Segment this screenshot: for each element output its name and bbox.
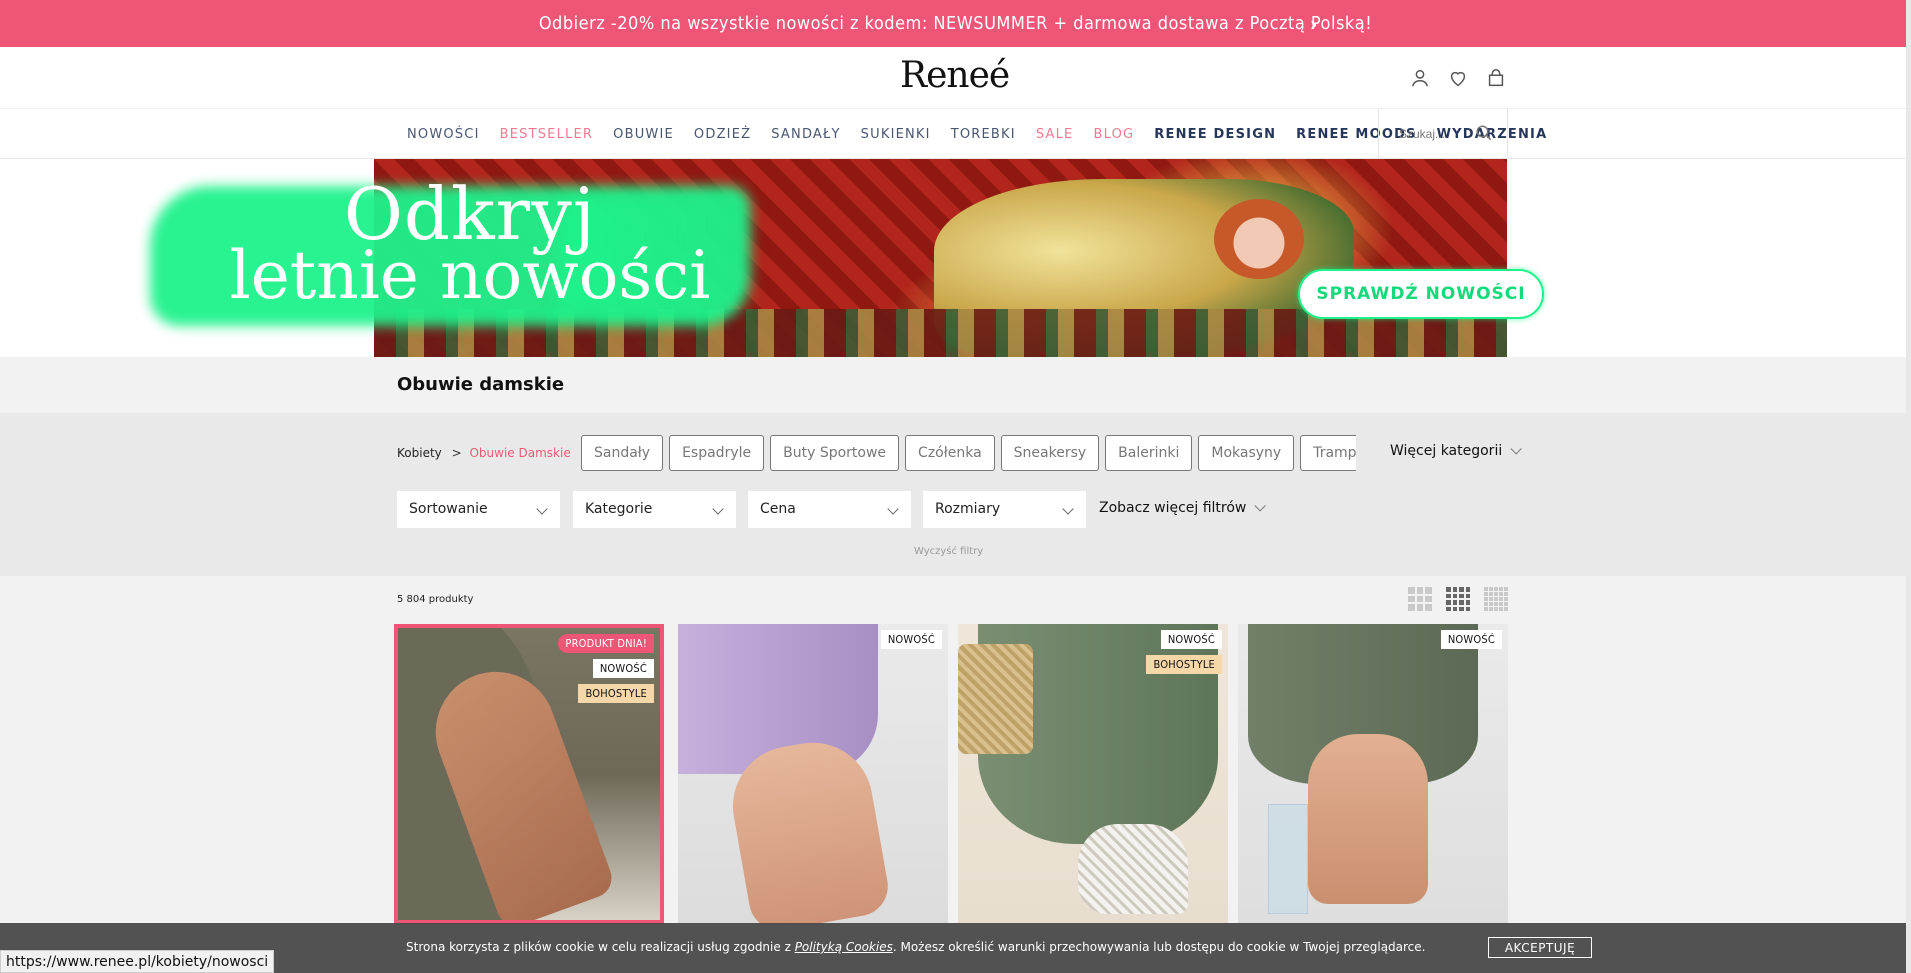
search-placeholder: Szukaj... <box>1399 127 1446 141</box>
nav-item-sandały[interactable]: SANDAŁY <box>771 127 840 142</box>
category-chip[interactable]: Buty Sportowe <box>770 435 900 471</box>
banner-model-head <box>1214 199 1304 279</box>
product-image-detail <box>958 644 1033 754</box>
category-chip[interactable]: Sneakersy <box>1000 435 1100 471</box>
nav-item-bestseller[interactable]: BESTSELLER <box>500 127 594 142</box>
search-icon[interactable] <box>1475 124 1493 142</box>
page-scrollbar[interactable] <box>1906 0 1911 973</box>
product-badges: NOWOŚĆ BOHOSTYLE <box>1146 630 1222 674</box>
more-categories-label: Więcej kategorii <box>1390 443 1503 459</box>
nav-item-torebki[interactable]: TOREBKI <box>951 127 1016 142</box>
grid-4-columns-icon[interactable] <box>1446 587 1470 611</box>
breadcrumb: Kobiety > Obuwie Damskie <box>397 446 571 460</box>
price-select[interactable]: Cena <box>748 491 911 528</box>
banner-cta-button[interactable]: SPRAWDŹ NOWOŚCI <box>1298 269 1544 319</box>
nav-item-sukienki[interactable]: SUKIENKI <box>861 127 931 142</box>
products-area: 5 804 produkty <box>0 576 1906 973</box>
user-icon[interactable] <box>1409 67 1431 89</box>
logo[interactable]: Reneé <box>900 55 1010 96</box>
product-badges: NOWOŚĆ <box>1440 630 1502 649</box>
chevron-down-icon <box>1510 443 1522 455</box>
badge-bohostyle: BOHOSTYLE <box>578 684 654 703</box>
header: Reneé <box>0 47 1906 109</box>
product-count: 5 804 produkty <box>397 594 474 605</box>
breadcrumb-current: Obuwie Damskie <box>469 446 571 460</box>
category-chip[interactable]: Balerinki <box>1105 435 1193 471</box>
category-chips: Sandały Espadryle Buty Sportowe Czółenka Sne… <box>581 435 1356 473</box>
product-card[interactable]: NOWOŚĆ <box>1238 624 1508 924</box>
product-image-shoe <box>1078 824 1188 914</box>
breadcrumb-parent[interactable]: Kobiety <box>397 446 442 460</box>
clear-filters-link[interactable]: Wyczyść filtry <box>914 546 983 557</box>
page-title: Obuwie damskie <box>397 374 565 395</box>
nav-item-sale[interactable]: SALE <box>1036 127 1074 142</box>
heart-icon[interactable] <box>1447 67 1469 89</box>
category-chip[interactable]: Trampki <box>1300 435 1356 471</box>
product-card[interactable]: NOWOŚĆ <box>678 624 948 924</box>
category-chip[interactable]: Espadryle <box>669 435 765 471</box>
more-categories-button[interactable]: Więcej kategorii <box>1390 443 1522 459</box>
status-bar-url: https://www.renee.pl/kobiety/nowosci <box>0 950 275 973</box>
main-nav: NOWOŚCI BESTSELLER OBUWIE ODZIEŻ SANDAŁY SUKI… <box>0 109 1906 159</box>
grid-view-switcher <box>1408 587 1508 611</box>
product-image-detail <box>1308 734 1428 904</box>
cookie-policy-link[interactable]: Polityką Cookies <box>795 940 893 954</box>
more-filters-button[interactable]: Zobacz więcej filtrów <box>1099 500 1267 516</box>
nav-item-nowości[interactable]: NOWOŚCI <box>407 127 480 142</box>
badge-new: NOWOŚĆ <box>1160 630 1222 649</box>
cookie-text-after: . Możesz określić warunki przechowywania… <box>892 940 1426 954</box>
product-card[interactable]: PRODUKT DNIA! NOWOŚĆ BOHOSTYLE <box>394 624 664 924</box>
category-chip[interactable]: Sandały <box>581 435 664 471</box>
cookie-bar: Strona korzysta z plików cookie w celu r… <box>0 923 1906 973</box>
cookie-text-before: Strona korzysta z plików cookie w celu r… <box>406 940 795 954</box>
nav-item-odzież[interactable]: ODZIEŻ <box>694 127 751 142</box>
grid-3-columns-icon[interactable] <box>1408 587 1432 611</box>
product-card[interactable]: NOWOŚĆ BOHOSTYLE <box>958 624 1228 924</box>
badge-new: NOWOŚĆ <box>880 630 942 649</box>
banner-headline-line1: Odkryj <box>343 172 597 256</box>
chevron-right-icon[interactable]: › <box>1310 12 1318 36</box>
badge-new: NOWOŚĆ <box>1440 630 1502 649</box>
badge-product-of-day: PRODUKT DNIA! <box>558 634 654 653</box>
accept-cookies-button[interactable]: AKCEPTUJĘ <box>1488 937 1592 958</box>
badge-new: NOWOŚĆ <box>592 659 654 678</box>
category-chip[interactable]: Czółenka <box>905 435 995 471</box>
cookie-text: Strona korzysta z plików cookie w celu r… <box>406 940 1425 954</box>
bag-icon[interactable] <box>1485 67 1507 89</box>
product-badges: NOWOŚĆ <box>880 630 942 649</box>
nav-item-blog[interactable]: BLOG <box>1093 127 1134 142</box>
promo-bar[interactable]: Odbierz -20% na wszystkie nowości z kode… <box>0 0 1911 47</box>
badge-bohostyle: BOHOSTYLE <box>1146 655 1222 674</box>
category-chip[interactable]: Mokasyny <box>1198 435 1295 471</box>
breadcrumb-separator: > <box>451 446 462 460</box>
sort-select[interactable]: Sortowanie <box>397 491 560 528</box>
banner-headline[interactable]: Odkryj letnie nowości <box>210 172 730 314</box>
chevron-down-icon <box>1254 500 1267 512</box>
category-select[interactable]: Kategorie <box>573 491 736 528</box>
search-input[interactable]: Szukaj... <box>1378 109 1508 159</box>
nav-item-renee-design[interactable]: RENEE DESIGN <box>1154 127 1276 142</box>
banner-headline-line2: letnie nowości <box>229 237 711 314</box>
nav-item-obuwie[interactable]: OBUWIE <box>613 127 674 142</box>
filters-panel: Kobiety > Obuwie Damskie Sandały Espadryl… <box>0 413 1906 576</box>
sizes-select[interactable]: Rozmiary <box>923 491 1086 528</box>
more-filters-label: Zobacz więcej filtrów <box>1099 500 1247 516</box>
grid-5-columns-icon[interactable] <box>1484 587 1508 611</box>
product-badges: PRODUKT DNIA! NOWOŚĆ BOHOSTYLE <box>558 634 654 703</box>
product-image-heel <box>1268 804 1308 914</box>
title-band: Obuwie damskie <box>0 357 1906 413</box>
promo-text[interactable]: Odbierz -20% na wszystkie nowości z kode… <box>539 13 1372 34</box>
